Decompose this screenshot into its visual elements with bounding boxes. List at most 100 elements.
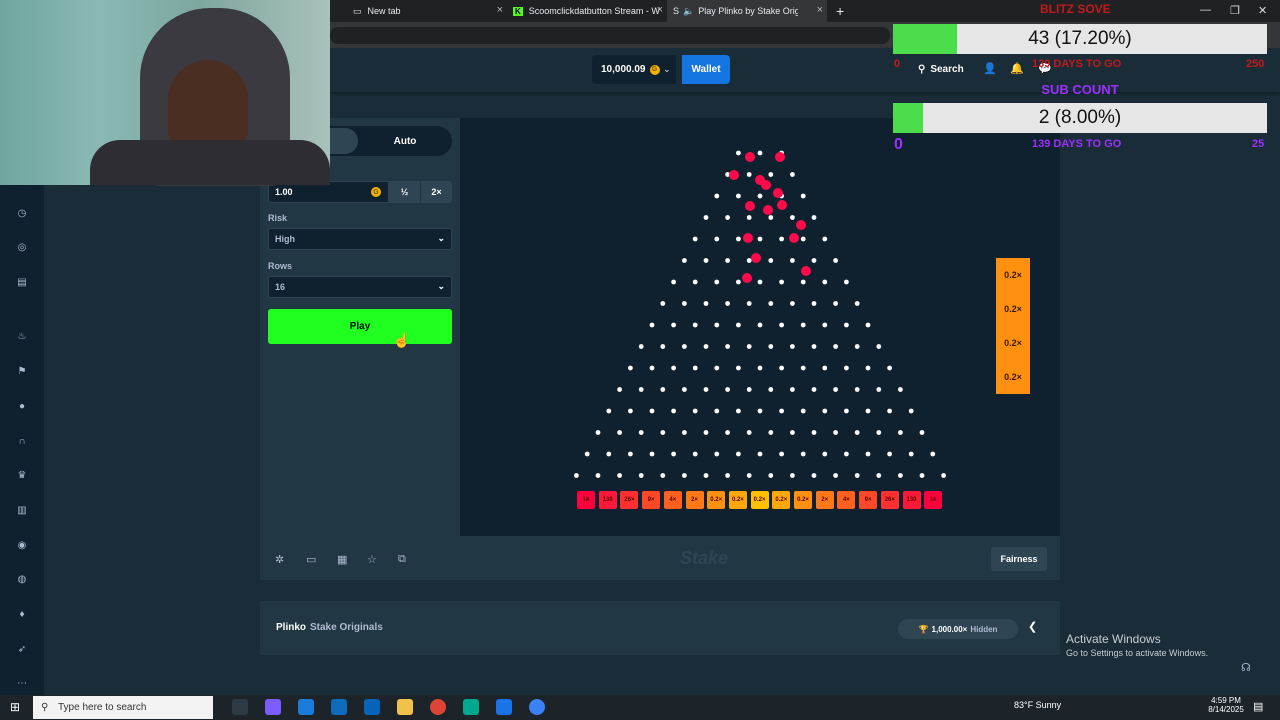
- copilot-icon[interactable]: [265, 699, 281, 715]
- close-icon[interactable]: ×: [497, 4, 503, 16]
- app-icon[interactable]: [463, 699, 479, 715]
- peg: [682, 301, 687, 306]
- peg: [854, 387, 860, 392]
- peg: [714, 193, 720, 199]
- rows-value: 16: [275, 282, 286, 292]
- file-explorer-icon[interactable]: [397, 699, 413, 715]
- peg: [811, 215, 817, 220]
- notifications-icon[interactable]: 🔔: [1010, 62, 1024, 75]
- rows-select[interactable]: 16 ⌄: [268, 276, 452, 298]
- wallet-button[interactable]: Wallet: [682, 55, 730, 84]
- peg: [865, 322, 871, 328]
- minimize-button[interactable]: —: [1200, 4, 1211, 16]
- task-view-icon[interactable]: [232, 699, 248, 715]
- support-icon[interactable]: ☊: [1241, 661, 1251, 674]
- max-win-badge[interactable]: 🏆 1,000.00× Hidden: [898, 619, 1018, 639]
- external-link-icon[interactable]: ⧉: [398, 553, 406, 566]
- tab-new-tab[interactable]: ▭ New tab ×: [347, 0, 507, 22]
- peg: [736, 451, 741, 457]
- max-win-value: 1,000.00×: [931, 624, 968, 634]
- globe-icon[interactable]: ●: [14, 401, 30, 412]
- close-icon[interactable]: ×: [657, 4, 663, 16]
- tab-auto[interactable]: Auto: [360, 128, 450, 154]
- peg: [703, 258, 709, 263]
- url-field[interactable]: [330, 27, 890, 44]
- chevron-left-icon[interactable]: ❮: [1028, 620, 1037, 633]
- double-bet-button[interactable]: 2×: [421, 181, 452, 203]
- tab-plinko[interactable]: S 🔈 Play Plinko by Stake Originals ×: [667, 0, 827, 22]
- peg: [768, 172, 774, 177]
- flame-icon[interactable]: ♦: [14, 609, 30, 620]
- search-button[interactable]: ⚲ Search: [912, 56, 970, 82]
- stats-icon[interactable]: ▦: [337, 553, 347, 566]
- rocket-icon[interactable]: ➶: [14, 644, 30, 655]
- tab-kick-stream[interactable]: K Scoomclickdatbutton Stream - W ×: [507, 0, 667, 22]
- peg: [736, 236, 741, 242]
- ball-icon[interactable]: ◍: [14, 574, 30, 585]
- sidebar: ◷ ◎ ▤ ♨ ⚑ ● ∩ ♛ ▥ ◉ ◍ ♦ ➶ ⋯: [0, 185, 44, 695]
- edge-icon[interactable]: [298, 699, 314, 715]
- peg: [887, 408, 892, 414]
- gear-icon[interactable]: ✲: [275, 553, 284, 566]
- peg: [714, 408, 720, 414]
- plinko-ball: [742, 273, 752, 283]
- weather-widget[interactable]: 83°F Sunny: [1014, 700, 1061, 710]
- gift-icon[interactable]: ◎: [14, 242, 30, 253]
- risk-select[interactable]: High ⌄: [268, 228, 452, 250]
- headset-icon[interactable]: ∩: [14, 436, 30, 447]
- chrome-icon[interactable]: [430, 699, 446, 715]
- peg: [671, 322, 676, 328]
- peg: [844, 451, 849, 457]
- maximize-button[interactable]: ❐: [1230, 4, 1240, 17]
- crown-icon[interactable]: ♛: [14, 470, 30, 481]
- history-icon[interactable]: ◷: [14, 208, 30, 219]
- taskbar-search-input[interactable]: ⚲ Type here to search: [33, 696, 213, 719]
- tab-label: New tab: [367, 6, 401, 16]
- peg: [854, 344, 860, 349]
- notification-center-icon[interactable]: ▤: [1253, 700, 1263, 713]
- fire-icon[interactable]: ♨: [14, 331, 30, 342]
- peg: [898, 430, 903, 435]
- shield-icon[interactable]: ◉: [14, 540, 30, 551]
- multiplier-bucket: 1k: [924, 491, 943, 509]
- store-icon[interactable]: [331, 699, 347, 715]
- peg: [746, 344, 752, 349]
- taskbar-clock[interactable]: 4:59 PM 8/14/2025: [1208, 696, 1244, 714]
- peg: [876, 387, 882, 392]
- history-item: 0.2×: [996, 258, 1030, 292]
- half-bet-button[interactable]: ½: [389, 181, 420, 203]
- star-icon[interactable]: ☆: [367, 553, 377, 566]
- chrome-profile-icon[interactable]: [529, 699, 545, 715]
- plinko-ball: [801, 266, 811, 276]
- game-title: Plinko: [276, 622, 307, 633]
- peg: [736, 150, 741, 156]
- peg: [757, 408, 763, 414]
- multiplier-bucket: 0.2×: [794, 491, 812, 509]
- new-tab-button[interactable]: +: [830, 0, 850, 22]
- fairness-button[interactable]: Fairness: [991, 547, 1047, 571]
- windows-start-icon[interactable]: ⊞: [10, 700, 20, 714]
- multiplier-bucket: 9×: [642, 491, 661, 509]
- app-icon[interactable]: [496, 699, 512, 715]
- sport-icon[interactable]: ⚑: [14, 366, 30, 377]
- receipt-icon[interactable]: ▤: [14, 277, 30, 288]
- theatre-mode-icon[interactable]: ▭: [306, 553, 316, 566]
- peg: [692, 279, 698, 285]
- peg: [790, 344, 795, 349]
- peg: [800, 322, 806, 328]
- building-icon[interactable]: ▥: [14, 505, 30, 516]
- peg: [811, 344, 817, 349]
- peg: [692, 322, 698, 328]
- language-icon[interactable]: ⋯: [14, 678, 30, 689]
- balance-selector[interactable]: 10,000.09 G ⌄: [592, 55, 676, 84]
- close-window-button[interactable]: ✕: [1258, 4, 1267, 17]
- coin-icon: G: [371, 187, 381, 197]
- peg: [682, 473, 687, 478]
- play-button[interactable]: Play: [268, 309, 452, 344]
- plinko-ball: [743, 233, 753, 243]
- plinko-ball: [773, 188, 783, 198]
- user-icon[interactable]: 👤: [983, 62, 997, 75]
- speaker-icon[interactable]: 🔈: [683, 6, 694, 17]
- close-icon[interactable]: ×: [817, 4, 823, 16]
- outlook-icon[interactable]: [364, 699, 380, 715]
